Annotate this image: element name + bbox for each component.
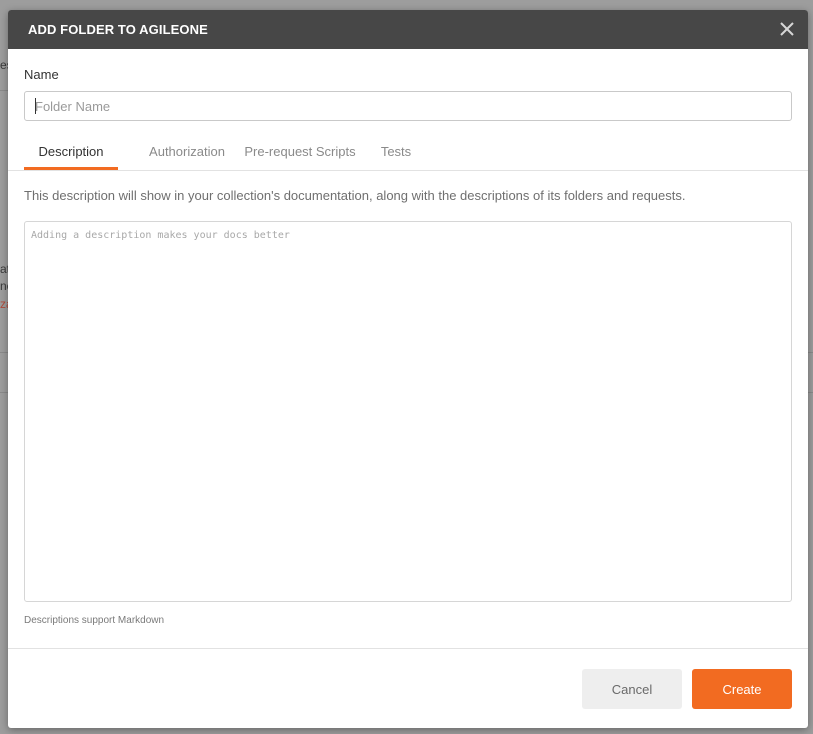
add-folder-dialog: ADD FOLDER TO AGILEONE Name Description … <box>8 10 808 728</box>
text-cursor <box>35 98 36 114</box>
tab-tests[interactable]: Tests <box>376 134 416 169</box>
description-help-text: This description will show in your colle… <box>24 188 686 203</box>
background-divider <box>808 392 813 393</box>
close-icon <box>780 22 794 36</box>
tab-pre-request-scripts[interactable]: Pre-request Scripts <box>240 134 360 169</box>
footer-divider <box>8 648 808 649</box>
tabs-divider <box>8 170 808 171</box>
markdown-support-note: Descriptions support Markdown <box>24 615 165 626</box>
background-divider <box>808 352 813 353</box>
create-button[interactable]: Create <box>692 669 792 709</box>
name-label: Name <box>24 67 59 82</box>
dialog-header: ADD FOLDER TO AGILEONE <box>8 10 808 49</box>
tab-authorization[interactable]: Authorization <box>132 134 242 169</box>
background-divider <box>0 392 8 393</box>
background-divider <box>0 352 8 353</box>
dialog-title: ADD FOLDER TO AGILEONE <box>28 22 208 37</box>
background-divider <box>0 90 8 91</box>
description-textarea[interactable] <box>24 221 792 602</box>
close-button[interactable] <box>778 20 796 38</box>
tab-description[interactable]: Description <box>24 134 118 170</box>
cancel-button[interactable]: Cancel <box>582 669 682 709</box>
folder-name-input[interactable] <box>24 91 792 121</box>
